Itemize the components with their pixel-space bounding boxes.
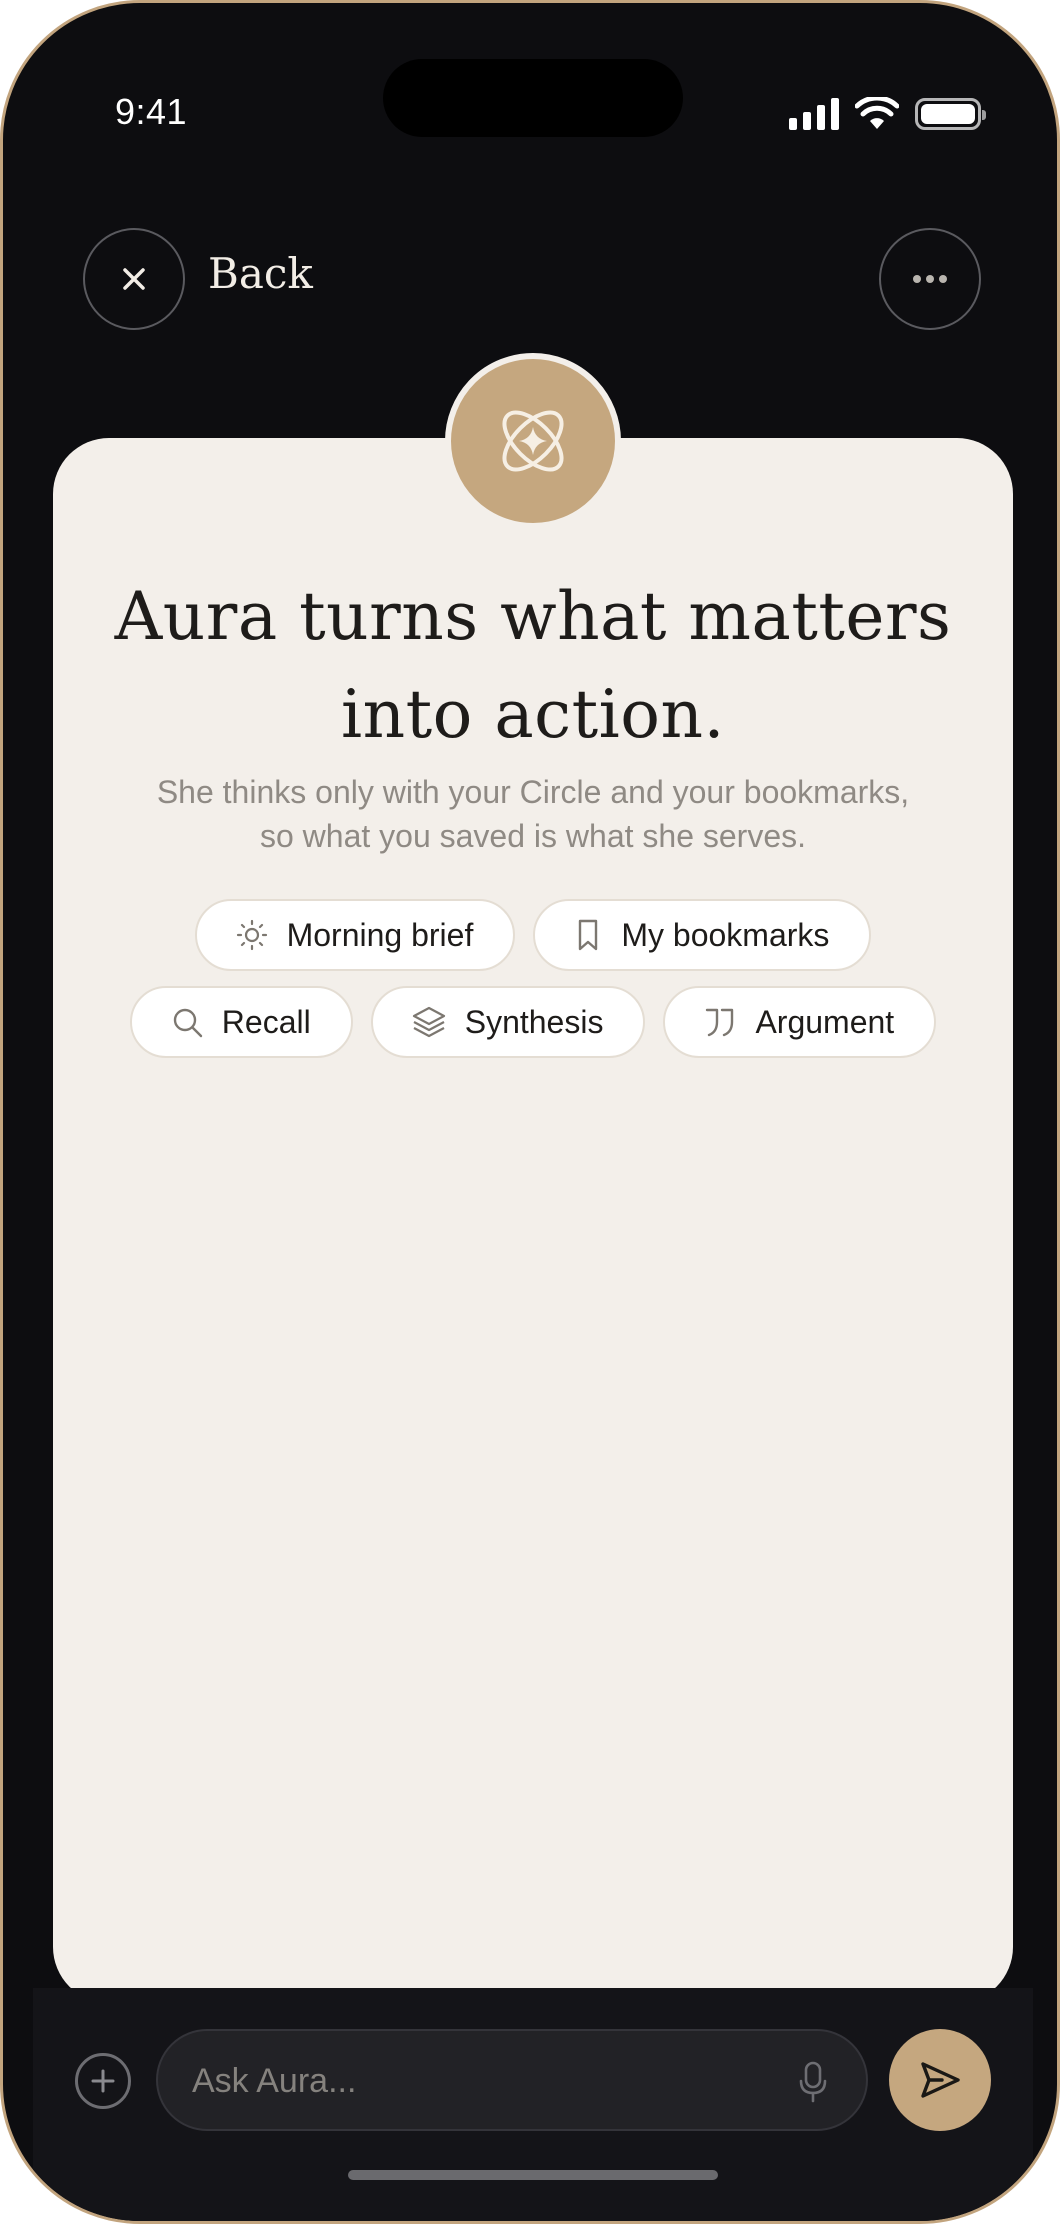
search-icon <box>173 1008 202 1038</box>
status-time: 9:41 <box>115 91 188 132</box>
subtitle-line-1: She thinks only with your Circle and you… <box>156 774 910 810</box>
more-options-button[interactable] <box>879 228 981 330</box>
aura-avatar <box>445 353 621 529</box>
chip-morning-brief[interactable]: Morning brief <box>194 899 516 971</box>
headline: Aura turns what matters into action. <box>114 578 952 753</box>
back-label[interactable]: Back <box>208 249 313 298</box>
phone-frame: 9:41 Back Aura turns what matters into a… <box>0 0 1060 2224</box>
chips-row-2: Recall Synthesis Argument <box>53 986 1013 1058</box>
add-attachment-button[interactable] <box>75 2053 131 2109</box>
chip-label: Synthesis <box>464 1003 604 1040</box>
wifi-icon <box>855 97 899 129</box>
mic-icon[interactable] <box>798 2061 828 2103</box>
status-icons <box>789 97 986 131</box>
send-button[interactable] <box>889 2029 991 2131</box>
close-icon <box>123 268 145 290</box>
home-indicator[interactable] <box>348 2170 718 2180</box>
back-close-button[interactable] <box>83 228 185 330</box>
subtitle-line-2: so what you saved is what she serves. <box>259 818 807 854</box>
sun-icon <box>236 919 267 951</box>
atom-sparkle-icon <box>502 410 564 472</box>
plus-circle-icon <box>91 2069 115 2093</box>
bookmark-icon <box>579 919 598 951</box>
chip-label: Recall <box>221 1003 311 1040</box>
chip-label: Morning brief <box>286 916 474 953</box>
ask-aura-input[interactable] <box>192 2053 752 2109</box>
send-icon <box>921 2062 960 2098</box>
chip-synthesis[interactable]: Synthesis <box>370 986 646 1058</box>
dynamic-island <box>383 59 683 137</box>
signal-icon <box>789 98 839 130</box>
battery-icon <box>915 98 986 130</box>
quote-icon <box>706 1008 734 1037</box>
more-horizontal-icon <box>913 275 947 283</box>
layers-icon <box>412 1006 445 1038</box>
chip-label: My bookmarks <box>621 916 830 953</box>
chips-row-1: Morning brief My bookmarks <box>53 899 1013 971</box>
chip-my-bookmarks[interactable]: My bookmarks <box>533 899 872 971</box>
chip-recall[interactable]: Recall <box>129 986 353 1058</box>
subtitle: She thinks only with your Circle and you… <box>53 770 1013 858</box>
ask-input-wrapper <box>156 2029 868 2131</box>
chip-argument[interactable]: Argument <box>663 986 937 1058</box>
chip-label: Argument <box>755 1003 895 1040</box>
